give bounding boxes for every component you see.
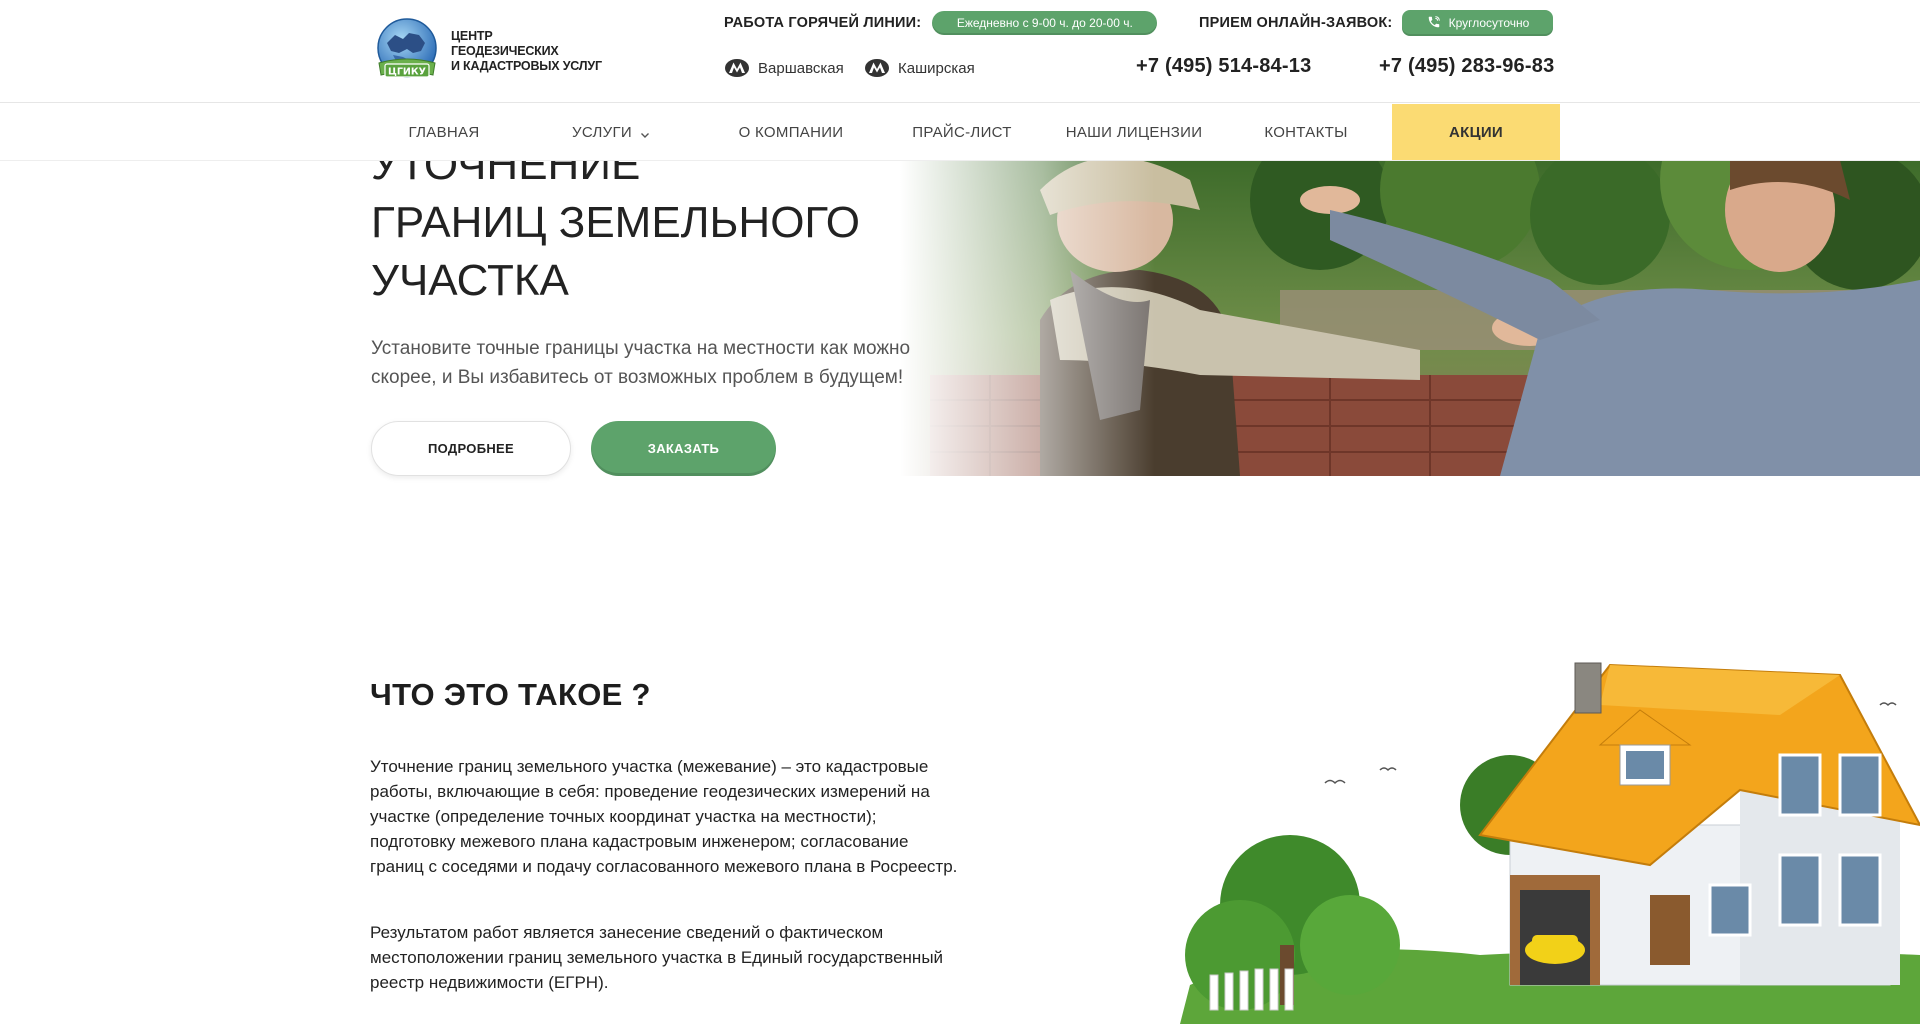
nav-item-about[interactable]: О КОМПАНИИ <box>706 104 876 160</box>
hero-subtitle: Установите точные границы участка на мес… <box>371 338 911 388</box>
logo-line-2: И КАДАСТРОВЫХ УСЛУГ <box>451 58 602 73</box>
about-paragraph-1: Уточнение границ земельного участка (меж… <box>370 757 958 876</box>
online-hours-badge[interactable]: Круглосуточно <box>1402 10 1554 36</box>
hotline-hours-badge: Ежедневно с 9-00 ч. до 20-00 ч. <box>932 11 1158 35</box>
logo-line-1: ЦЕНТР ГЕОДЕЗИЧЕСКИХ <box>451 28 559 58</box>
about-paragraph-2: Результатом работ является занесение све… <box>370 923 944 992</box>
main-nav-items: ГЛАВНАЯ УСЛУГИ О КОМПАНИИ ПРАЙС-ЛИСТ НАШ… <box>372 104 1560 160</box>
more-button[interactable]: ПОДРОБНЕЕ <box>371 421 571 476</box>
hotline-label: РАБОТА ГОРЯЧЕЙ ЛИНИИ: <box>724 15 922 31</box>
metro-station-2: Каширская <box>864 58 975 78</box>
metro-icon <box>864 58 890 78</box>
online-label: ПРИЕМ ОНЛАЙН-ЗАЯВОК: <box>1199 15 1393 31</box>
section-title: ЧТО ЭТО ТАКОЕ ? <box>370 677 651 712</box>
nav-item-services[interactable]: УСЛУГИ <box>516 104 706 160</box>
hero-title-line-2: ГРАНИЦ ЗЕМЕЛЬНОГО <box>371 198 861 247</box>
site-header: ЦГИКУ ЦЕНТР ГЕОДЕЗИЧЕСКИХ И КАДАСТРОВЫХ … <box>0 0 1920 103</box>
logo-badge-text: ЦГИКУ <box>388 67 427 78</box>
nav-item-home[interactable]: ГЛАВНАЯ <box>372 104 516 160</box>
metro-icon <box>724 58 750 78</box>
nav-item-contacts[interactable]: КОНТАКТЫ <box>1220 104 1392 160</box>
metro-name: Варшавская <box>758 59 844 77</box>
hero-image <box>900 160 1920 476</box>
house-illustration <box>1180 655 1920 1024</box>
order-button[interactable]: ЗАКАЗАТЬ <box>591 421 776 476</box>
metro-station-1: Варшавская <box>724 58 844 78</box>
phone-icon <box>1427 15 1441 32</box>
phone-link-2[interactable]: +7 (495) 283-96-83 <box>1379 55 1554 78</box>
phone-link-1[interactable]: +7 (495) 514-84-13 <box>1136 55 1311 78</box>
hero-title-line-3: УЧАСТКА <box>371 256 569 305</box>
logo-text: ЦЕНТР ГЕОДЕЗИЧЕСКИХ И КАДАСТРОВЫХ УСЛУГ <box>451 29 603 74</box>
hotline-info: РАБОТА ГОРЯЧЕЙ ЛИНИИ: Ежедневно с 9-00 ч… <box>724 11 1158 35</box>
hero-title: УТОЧНЕНИЕ ГРАНИЦ ЗЕМЕЛЬНОГО УЧАСТКА <box>371 136 971 310</box>
nav-item-label: УСЛУГИ <box>572 123 632 141</box>
online-hours-text: Круглосуточно <box>1448 16 1530 30</box>
nav-item-promo[interactable]: АКЦИИ <box>1392 104 1560 160</box>
nav-item-prices[interactable]: ПРАЙС-ЛИСТ <box>876 104 1048 160</box>
logo[interactable]: ЦГИКУ ЦЕНТР ГЕОДЕЗИЧЕСКИХ И КАДАСТРОВЫХ … <box>373 16 603 86</box>
metro-name: Каширская <box>898 59 975 77</box>
nav-item-licenses[interactable]: НАШИ ЛИЦЕНЗИИ <box>1048 104 1220 160</box>
globe-logo-icon: ЦГИКУ <box>373 17 441 85</box>
online-requests-info: ПРИЕМ ОНЛАЙН-ЗАЯВОК: Круглосуточно <box>1199 10 1554 36</box>
chevron-down-icon <box>640 127 650 138</box>
main-nav: ГЛАВНАЯ УСЛУГИ О КОМПАНИИ ПРАЙС-ЛИСТ НАШ… <box>0 104 1920 160</box>
